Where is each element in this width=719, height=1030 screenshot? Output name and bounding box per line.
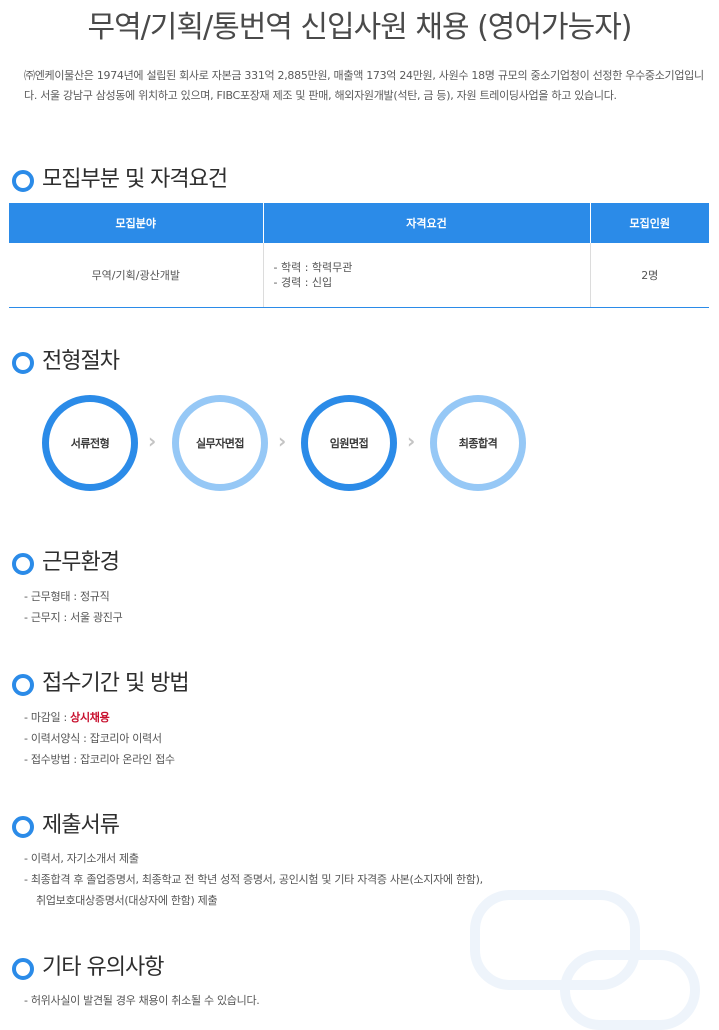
table-header-qualification: 자격요건 [262,203,590,243]
deadline-label: - 마감일 : [24,711,71,724]
list-item-continued: 취업보호대상증명서(대상자에 한함) 제출 [36,894,218,907]
chevron-right-icon: › [407,429,416,453]
section-title: 제출서류 [42,813,120,838]
chevron-right-icon: › [148,429,157,453]
step-executive-interview: 임원면접 [301,395,397,491]
list-item: - 이력서양식 : 잡코리아 이력서 [24,732,162,745]
qualification-education: - 학력 : 학력무관 [273,261,353,274]
apply-list: - 마감일 : 상시채용 - 이력서양식 : 잡코리아 이력서 - 접수방법 :… [24,707,175,770]
table-row: 무역/기획/광산개발 - 학력 : 학력무관 - 경력 : 신입 2명 [9,243,709,308]
section-title: 기타 유의사항 [42,955,164,980]
section-title: 전형절차 [42,349,120,374]
table-header-count: 모집인원 [589,203,709,243]
bullet-ring-icon [12,553,34,575]
section-title: 접수기간 및 방법 [42,671,190,696]
step-practical-interview: 실무자면접 [172,395,268,491]
company-intro: ㈜엔케이물산은 1974년에 설립된 회사로 자본금 331억 2,885만원,… [24,69,704,102]
process-steps: 서류전형 › 실무자면접 › 임원면접 › 최종합격 [42,395,542,495]
bullet-ring-icon [12,170,34,192]
requirements-table: 모집분야 자격요건 모집인원 무역/기획/광산개발 - 학력 : 학력무관 - … [9,203,709,308]
background-decoration [560,950,700,1030]
section-title: 모집부분 및 자격요건 [42,167,228,192]
table-header-field: 모집분야 [9,203,263,243]
section-title: 근무환경 [42,550,120,575]
list-item: - 근무형태 : 정규직 [24,590,110,603]
table-cell-field: 무역/기획/광산개발 [9,243,263,308]
list-item: - 접수방법 : 잡코리아 온라인 접수 [24,753,175,766]
job-posting: 무역/기획/통번역 신입사원 채용 (영어가능자) ㈜엔케이물산은 1974년에… [0,0,719,1030]
list-item: - 근무지 : 서울 광진구 [24,611,123,624]
qualification-experience: - 경력 : 신입 [273,276,333,289]
table-cell-qualification: - 학력 : 학력무관 - 경력 : 신입 [262,243,590,308]
bullet-ring-icon [12,674,34,696]
work-list: - 근무형태 : 정규직 - 근무지 : 서울 광진구 [24,586,123,628]
list-item: - 이력서, 자기소개서 제출 [24,852,139,865]
bullet-ring-icon [12,816,34,838]
page-title: 무역/기획/통번역 신입사원 채용 (영어가능자) [87,10,632,45]
step-document-screening: 서류전형 [42,395,138,491]
step-final-pass: 최종합격 [430,395,526,491]
bullet-ring-icon [12,352,34,374]
etc-list: - 허위사실이 발견될 경우 채용이 취소될 수 있습니다. [24,990,260,1011]
bullet-ring-icon [12,958,34,980]
table-cell-count: 2명 [589,243,709,308]
docs-list: - 이력서, 자기소개서 제출 - 최종합격 후 졸업증명서, 최종학교 전 학… [24,848,483,911]
list-item: - 최종합격 후 졸업증명서, 최종학교 전 학년 성적 증명서, 공인시험 및… [24,873,483,886]
deadline-value: 상시채용 [70,711,110,724]
list-item-deadline: - 마감일 : 상시채용 [24,707,175,728]
list-item: - 허위사실이 발견될 경우 채용이 취소될 수 있습니다. [24,994,260,1007]
chevron-right-icon: › [278,429,287,453]
